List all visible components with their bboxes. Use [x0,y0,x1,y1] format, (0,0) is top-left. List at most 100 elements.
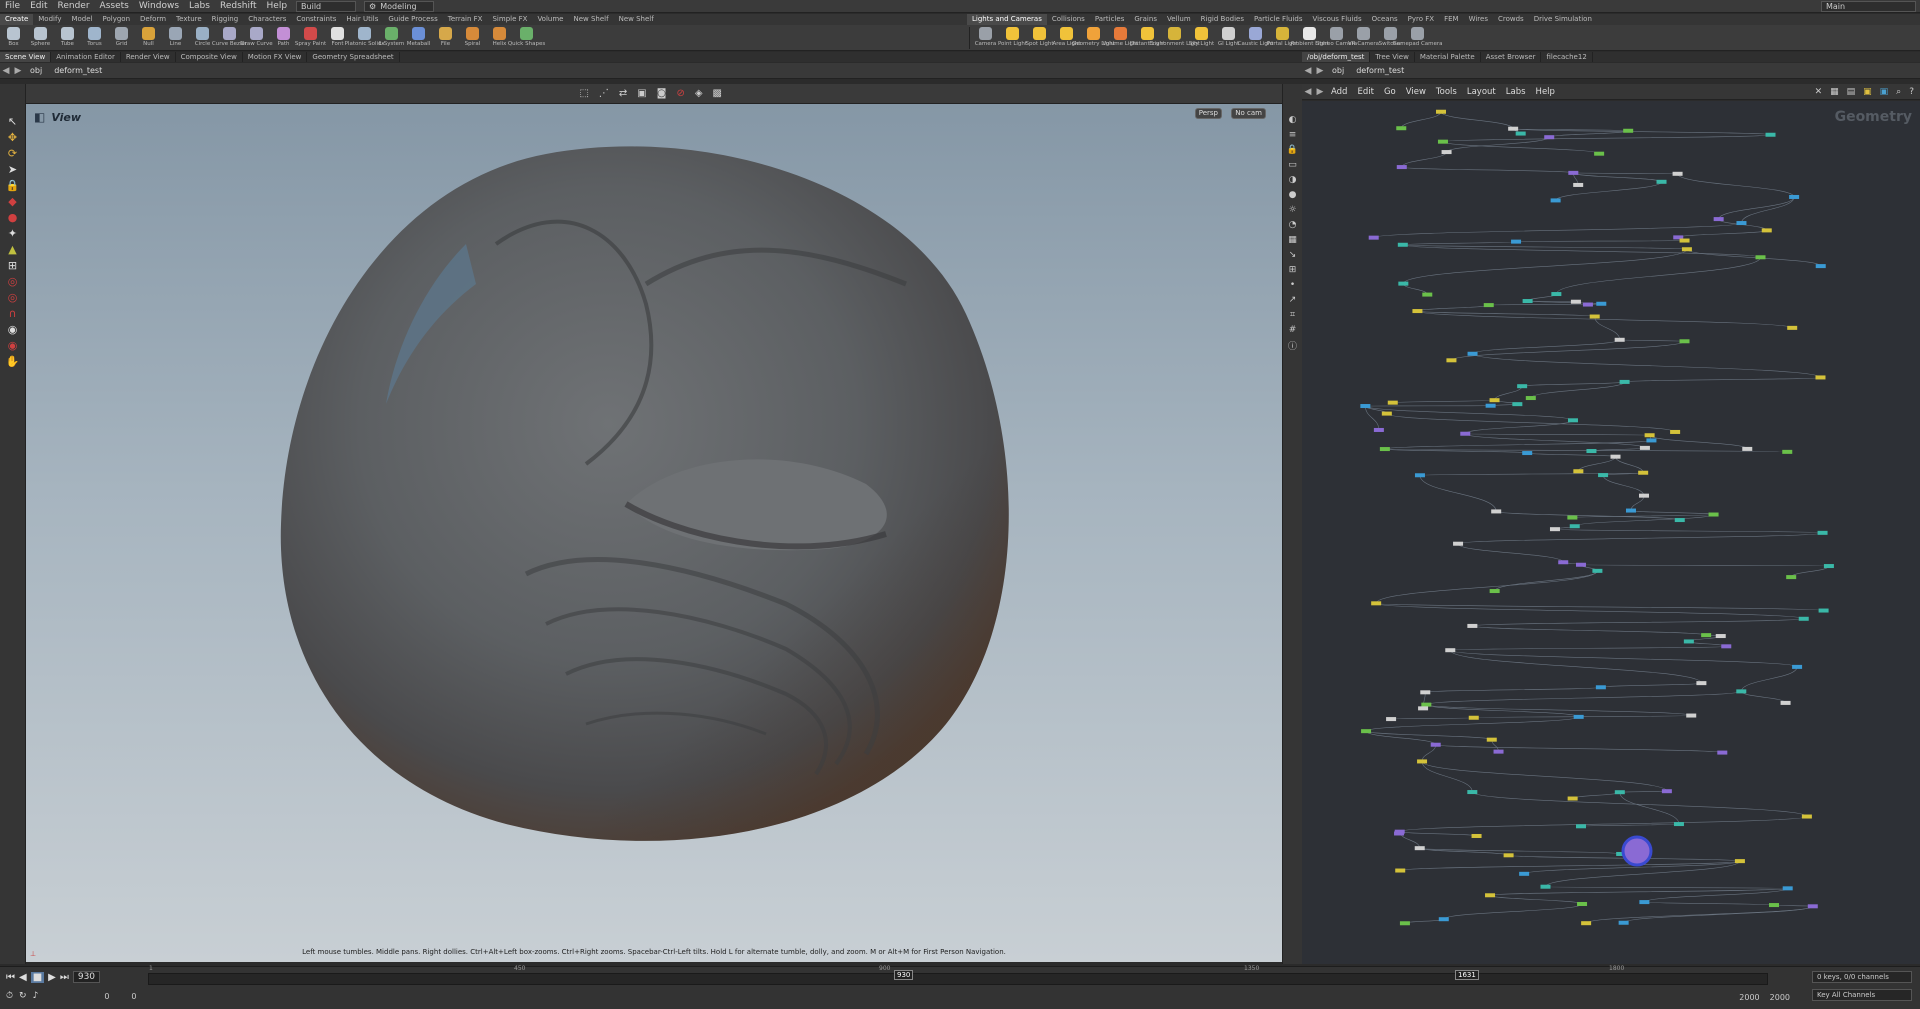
sop-node[interactable] [1755,255,1766,260]
move-icon[interactable]: ✥ [6,130,20,144]
pane-tab[interactable]: Composite View [176,52,243,62]
sop-node[interactable] [1567,418,1578,423]
sop-node[interactable] [1818,608,1829,613]
sop-node[interactable] [1436,109,1446,114]
sop-node[interactable] [1467,790,1478,795]
backface-icon[interactable]: ◑ [1287,174,1299,186]
uv-icon[interactable]: ⌗ [1287,309,1299,321]
background-icon[interactable]: ▦ [1287,234,1299,246]
pose-icon[interactable]: ✦ [6,226,20,240]
desktop-dropdown[interactable]: Main [1821,0,1916,12]
shelf-tab[interactable]: Terrain FX [443,14,488,25]
shelf-tab[interactable]: Deform [135,14,171,25]
menu-assets[interactable]: Assets [95,0,134,13]
sop-node[interactable] [1623,128,1634,133]
sop-node[interactable] [1589,314,1600,319]
sop-node[interactable] [1360,404,1371,409]
sop-node[interactable] [1414,846,1425,851]
shading-icon[interactable]: ▣ [637,88,646,99]
shelf-tool-area-light[interactable]: Area Light [1052,25,1081,51]
sop-node[interactable] [1679,238,1690,243]
network-menu-labs[interactable]: Labs [1501,84,1531,100]
sop-node[interactable] [1815,375,1826,380]
sop-node[interactable] [1742,446,1753,451]
sop-node[interactable] [1696,681,1707,686]
sop-node[interactable] [1801,814,1812,819]
sop-node[interactable] [1446,358,1457,363]
sop-node[interactable] [1644,433,1655,438]
sop-node[interactable] [1467,351,1478,356]
current-frame-field[interactable]: 930 [72,971,101,983]
shelf-tool-curve-bezier[interactable]: Curve Bezier [212,25,247,51]
sop-node[interactable] [1485,403,1496,408]
sop-node[interactable] [1512,402,1523,407]
shelf-tool-metaball[interactable]: Metaball [405,25,432,51]
grid-toggle-icon[interactable]: ⊞ [1287,264,1299,276]
help-icon[interactable]: ? [1909,87,1914,97]
sop-node[interactable] [1807,904,1818,909]
shelf-tool-file[interactable]: File [432,25,459,51]
snap-grid-icon[interactable]: ⊞ [6,258,20,272]
shelf-tool-line[interactable]: Line [162,25,189,51]
normals-icon[interactable]: ↗ [1287,294,1299,306]
sop-node[interactable] [1422,292,1433,297]
shelf-tool-spot-light[interactable]: Spot Light [1026,25,1054,51]
sop-node[interactable] [1418,706,1429,711]
sop-node[interactable] [1398,281,1409,286]
shelf-tool-path[interactable]: Path [270,25,297,51]
sop-node[interactable] [1577,901,1588,906]
shelf-tab[interactable]: Model [66,14,97,25]
sop-node[interactable] [1782,886,1793,891]
sop-node[interactable] [1567,796,1578,801]
display-options-icon[interactable]: ◙ [657,88,667,99]
sop-node[interactable] [1483,303,1494,308]
sop-node[interactable] [1708,512,1719,517]
shelf-tool-torus[interactable]: Torus [81,25,108,51]
sop-node[interactable] [1573,469,1584,474]
sop-node[interactable] [1638,470,1649,475]
sop-node[interactable] [1673,822,1684,827]
sop-node[interactable] [1610,454,1621,459]
sop-node[interactable] [1639,900,1650,905]
sop-node[interactable] [1551,292,1562,297]
sop-node[interactable] [1736,221,1747,226]
sop-node[interactable] [1614,337,1625,342]
desk-dropdown[interactable]: Build [296,0,357,12]
forward-arrow-icon[interactable]: ▶ [1314,84,1326,100]
menu-edit[interactable]: Edit [25,0,52,13]
shelf-tool-circle[interactable]: Circle [189,25,216,51]
render-region-icon[interactable]: ⊘ [676,88,684,99]
record-icon[interactable]: ◉ [6,338,20,352]
sop-node[interactable] [1386,717,1397,722]
sop-node[interactable] [1491,509,1502,514]
timeline-track[interactable]: 1 450 900 1350 1800 930 1631 [148,965,1768,985]
shaded-icon[interactable]: ● [1287,189,1299,201]
sop-node[interactable] [1817,530,1828,535]
sop-node[interactable] [1558,560,1569,565]
sop-node[interactable] [1396,165,1407,170]
shelf-tool-stereo-camera[interactable]: Stereo Camera [1316,25,1357,51]
pane-tab[interactable]: Scene View [0,52,52,62]
shelf-tab[interactable]: Hair Utils [341,14,383,25]
network-menu-edit[interactable]: Edit [1352,84,1378,100]
snap-point-icon[interactable]: ◎ [6,274,20,288]
sop-node[interactable] [1761,228,1772,233]
sop-node[interactable] [1508,126,1519,131]
scale-icon[interactable]: ◆ [6,194,20,208]
sop-node[interactable] [1519,871,1530,876]
audio-icon[interactable]: ♪ [33,991,39,1001]
sop-node[interactable] [1467,623,1478,628]
sop-node[interactable] [1765,132,1776,137]
flipbook-icon[interactable]: ▩ [713,88,722,99]
sop-node[interactable] [1371,601,1382,606]
pointer-icon[interactable]: ➤ [6,162,20,176]
back-arrow-icon[interactable]: ◀ [0,63,12,79]
pane-tab[interactable]: Tree View [1370,52,1415,62]
sop-node[interactable] [1681,247,1692,252]
lock-icon[interactable]: 🔒 [6,178,20,192]
stop-icon[interactable]: ■ [30,971,45,983]
network-menu-go[interactable]: Go [1379,84,1401,100]
sop-node[interactable] [1614,790,1625,795]
shelf-tool-box[interactable]: Box [0,25,27,51]
sop-node[interactable] [1769,903,1780,908]
